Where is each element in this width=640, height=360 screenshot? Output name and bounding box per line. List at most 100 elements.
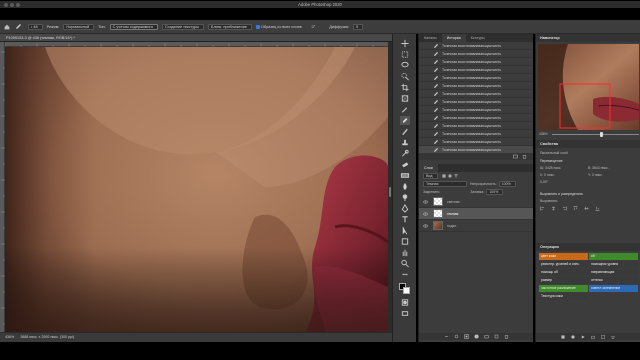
fill-input[interactable]: 100% — [486, 189, 504, 195]
history-state-item[interactable]: Точечная восстанавливающая кисть — [419, 58, 533, 66]
width-field[interactable]: Ш: 3428 пикс. — [540, 166, 588, 170]
layer-style-icon[interactable] — [454, 334, 459, 339]
quick-mask-icon[interactable] — [400, 298, 410, 307]
stop-icon[interactable] — [561, 334, 565, 339]
spot-healing-brush-icon[interactable] — [15, 23, 22, 30]
action-button[interactable]: цвет кожи — [539, 253, 588, 260]
action-button[interactable]: об — [589, 253, 638, 260]
visibility-eye-icon[interactable] — [423, 200, 428, 204]
action-button[interactable]: ремонтр. уровней и спек. — [539, 261, 588, 268]
history-brush-tool-icon[interactable] — [400, 149, 410, 158]
adjustment-layer-icon[interactable] — [474, 334, 479, 339]
layer-row-selected[interactable]: темная — [419, 208, 533, 220]
tab-channels[interactable]: Каналы — [419, 34, 442, 42]
history-state-item[interactable]: Точечная восстанавливающая кисть — [419, 98, 533, 106]
link-layers-icon[interactable] — [444, 334, 449, 339]
tab-layers[interactable]: Слои — [419, 164, 438, 172]
new-snapshot-icon[interactable] — [513, 154, 518, 159]
screen-mode-icon[interactable] — [400, 309, 410, 318]
brush-size-dropdown[interactable]: • 48 — [28, 23, 43, 30]
move-tool-icon[interactable] — [400, 39, 410, 48]
home-icon[interactable] — [4, 24, 10, 30]
action-button[interactable]: осветл затемнение — [589, 285, 638, 292]
layer-name[interactable]: светлая — [447, 200, 459, 204]
history-state-item[interactable]: Точечная восстанавливающая кисть — [419, 74, 533, 82]
create-texture-option[interactable]: Создание текстуры — [161, 23, 205, 30]
rectangle-tool-icon[interactable] — [400, 237, 410, 246]
sample-all-layers-checkbox[interactable]: Образец со всех слоев — [255, 24, 302, 29]
lasso-tool-icon[interactable] — [400, 61, 410, 70]
history-state-item[interactable]: Точечная восстанавливающая кисть — [419, 114, 533, 122]
layer-row[interactable]: светлая — [419, 196, 533, 208]
content-aware-option[interactable]: С учетом содержимого — [109, 23, 158, 30]
align-middle-icon[interactable] — [584, 206, 589, 211]
navigator-zoom-value[interactable]: 436% — [539, 132, 548, 136]
action-button[interactable]: Текстура кожи — [539, 293, 588, 300]
delete-action-icon[interactable] — [611, 335, 615, 339]
document-info[interactable]: 3888 пикс. x 2592 пикс. (300 ppi) — [15, 335, 74, 339]
navigator-preview[interactable] — [538, 44, 639, 130]
action-button[interactable]: размер — [539, 277, 588, 284]
history-state-item[interactable]: Точечная восстанавливающая кисть — [419, 50, 533, 58]
opacity-input[interactable]: 100% — [498, 181, 516, 187]
edit-toolbar-icon[interactable] — [400, 270, 410, 279]
align-center-icon[interactable] — [551, 206, 556, 211]
navigator-zoom-slider[interactable] — [551, 131, 639, 137]
history-state-item[interactable]: Точечная восстанавливающая кисть — [419, 146, 533, 153]
align-top-icon[interactable] — [573, 206, 578, 211]
history-state-item[interactable]: Точечная восстанавливающая кисть — [419, 42, 533, 50]
properties-title[interactable]: Свойства — [536, 140, 640, 148]
x-field[interactable]: X: 0 пикс. — [540, 173, 588, 177]
visibility-eye-icon[interactable] — [423, 212, 428, 216]
action-button[interactable]: помощник уровня — [589, 261, 638, 268]
new-set-icon[interactable] — [591, 335, 595, 339]
dodge-tool-icon[interactable] — [400, 193, 410, 202]
align-right-icon[interactable] — [562, 206, 567, 211]
crop-tool-icon[interactable] — [400, 83, 410, 92]
history-state-item[interactable]: Точечная восстанавливающая кисть — [419, 66, 533, 74]
clone-stamp-tool-icon[interactable] — [400, 138, 410, 147]
eyedropper-tool-icon[interactable] — [400, 105, 410, 114]
document-tab[interactable]: P1099133-3 @ 436 (темная, RGB/16*) * — [0, 34, 392, 42]
layer-name[interactable]: подкл. — [447, 224, 457, 228]
filter-type-icon[interactable] — [453, 174, 458, 178]
brush-tool-icon[interactable] — [400, 127, 410, 136]
delete-layer-icon[interactable] — [504, 334, 509, 339]
align-left-icon[interactable] — [540, 206, 545, 211]
history-state-item[interactable]: Точечная восстанавливающая кисть — [419, 130, 533, 138]
layer-filter-dropdown[interactable]: Вид — [423, 173, 438, 179]
history-state-item[interactable]: Точечная восстанавливающая кисть — [419, 122, 533, 130]
document-canvas[interactable] — [5, 47, 388, 332]
path-selection-tool-icon[interactable] — [400, 226, 410, 235]
delete-state-icon[interactable] — [522, 154, 527, 159]
tab-history[interactable]: История — [441, 34, 466, 42]
history-state-item[interactable]: Точечная восстанавливающая кисть — [419, 82, 533, 90]
history-state-item[interactable]: Точечная восстанавливающая кисть — [419, 106, 533, 114]
history-state-item[interactable]: Точечная восстанавливающая кисть — [419, 138, 533, 146]
y-field[interactable]: Y: 0 пикс. — [588, 173, 603, 177]
filter-adjust-icon[interactable] — [447, 174, 452, 178]
type-tool-icon[interactable] — [400, 215, 410, 224]
height-field[interactable]: В: 3643 пикс. — [588, 166, 609, 170]
visibility-eye-icon[interactable] — [423, 224, 428, 228]
frame-tool-icon[interactable] — [400, 94, 410, 103]
pen-tool-icon[interactable] — [400, 204, 410, 213]
proximity-match-option[interactable]: Близк. приближение — [208, 23, 252, 30]
actions-title[interactable]: Операции — [536, 243, 640, 251]
action-button[interactable]: частотное разложение — [539, 285, 588, 292]
play-icon[interactable] — [581, 334, 585, 339]
new-layer-icon[interactable] — [494, 334, 499, 339]
quick-selection-tool-icon[interactable] — [400, 72, 410, 81]
history-state-item[interactable]: Точечная восстанавливающая кисть — [419, 90, 533, 98]
add-mask-icon[interactable] — [463, 334, 469, 339]
blend-mode-dropdown[interactable]: Темная — [423, 181, 467, 187]
filter-pixel-icon[interactable] — [441, 174, 446, 178]
zoom-level[interactable]: 436% — [0, 335, 14, 339]
layer-name[interactable]: темная — [447, 212, 458, 216]
align-bottom-icon[interactable] — [595, 206, 600, 211]
action-button[interactable]: оттенок — [589, 277, 638, 284]
angle-value[interactable]: 0° — [312, 25, 316, 29]
new-action-icon[interactable] — [601, 334, 605, 339]
action-button[interactable]: направляющая — [589, 269, 638, 276]
marquee-tool-icon[interactable] — [400, 50, 410, 59]
